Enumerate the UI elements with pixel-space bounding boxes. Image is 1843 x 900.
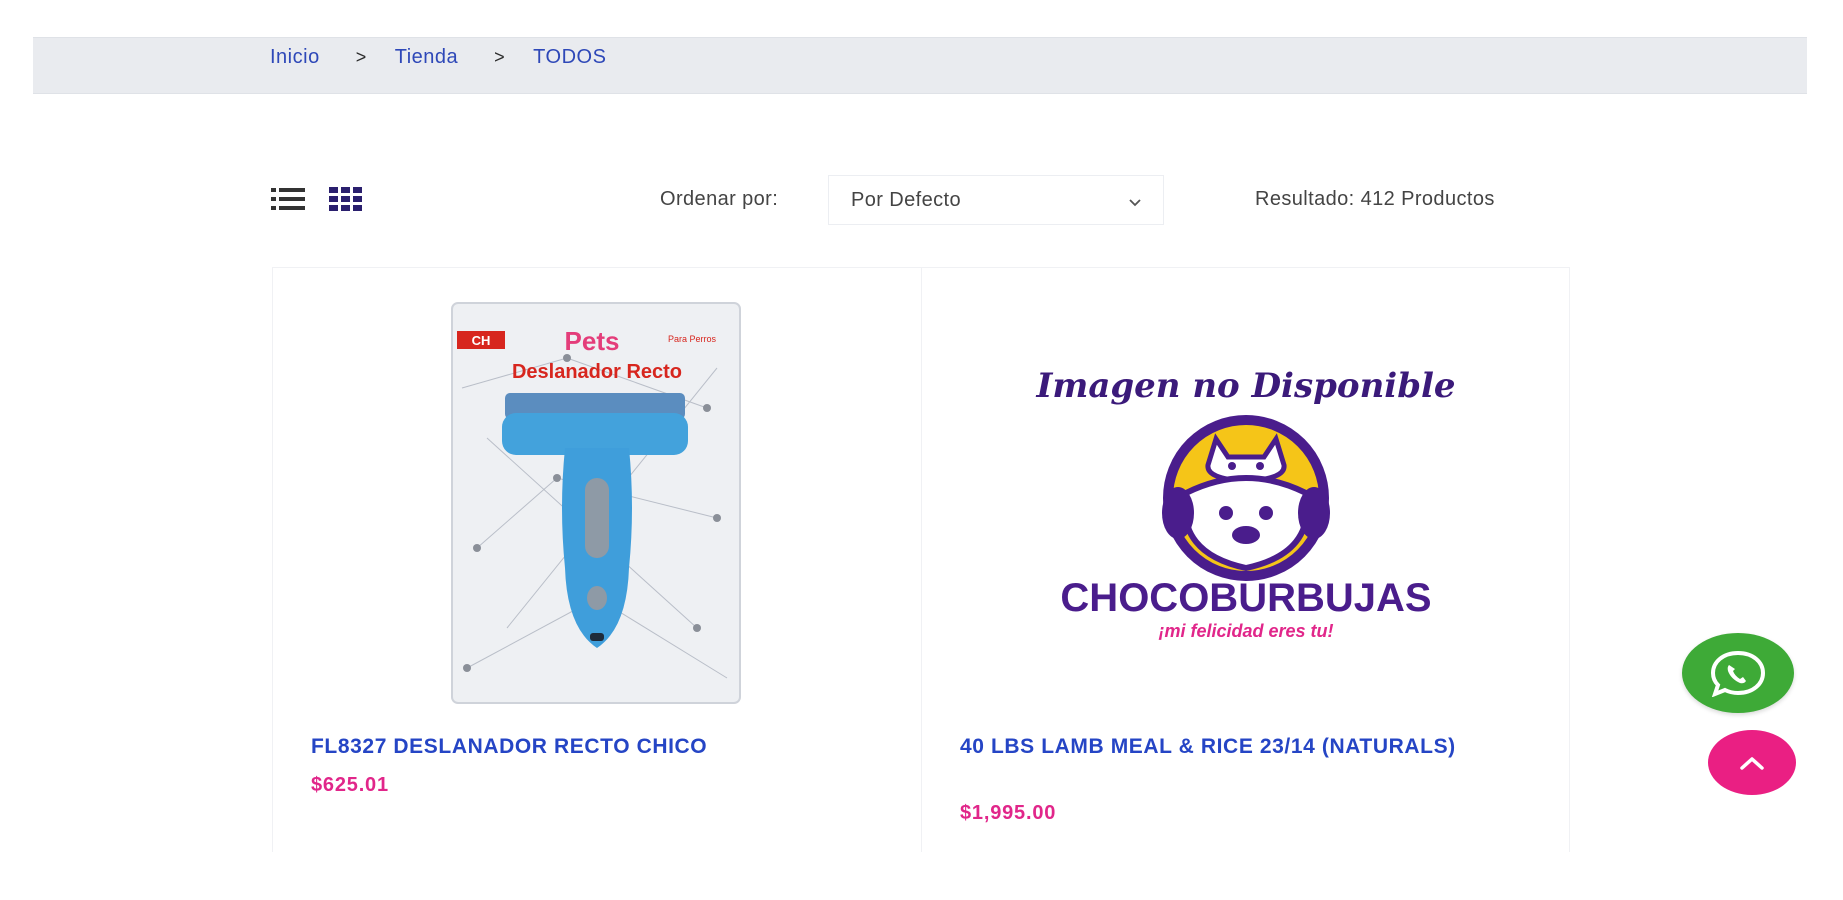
sort-selected-value: Por Defecto bbox=[851, 189, 962, 211]
placeholder-caption: Imagen no Disponible bbox=[1035, 366, 1455, 406]
placeholder-brand: CHOCOBURBUJAS bbox=[1060, 576, 1431, 620]
placeholder-image: Imagen no Disponible CHOCOBURBUJAS ¡mi f… bbox=[1035, 366, 1455, 641]
grid-view-icon[interactable] bbox=[328, 186, 364, 212]
product-title[interactable]: 40 LBS LAMB MEAL & RICE 23/14 (NATURALS) bbox=[960, 733, 1520, 761]
whatsapp-button[interactable] bbox=[1682, 633, 1794, 713]
scroll-top-button[interactable] bbox=[1708, 730, 1796, 795]
chevron-up-icon bbox=[1740, 756, 1764, 770]
breadcrumb-separator: > bbox=[494, 47, 506, 67]
product-card[interactable]: CH Pets Para Perros Deslanador Recto FL8… bbox=[273, 268, 921, 852]
product-title[interactable]: FL8327 DESLANADOR RECTO CHICO bbox=[311, 733, 871, 761]
result-count: Resultado: 412 Productos bbox=[1255, 188, 1495, 210]
page: Inicio > Tienda > TODOS Ordenar por: Por… bbox=[0, 0, 1843, 900]
package-brand: Pets bbox=[565, 326, 620, 356]
breadcrumb: Inicio > Tienda > TODOS bbox=[270, 46, 606, 69]
package-label: Deslanador Recto bbox=[512, 361, 682, 383]
sort-select[interactable]: Por Defecto bbox=[828, 175, 1164, 225]
breadcrumb-todos[interactable]: TODOS bbox=[533, 46, 606, 69]
product-price: $625.01 bbox=[311, 774, 389, 796]
product-image[interactable]: CH Pets Para Perros Deslanador Recto bbox=[273, 298, 921, 708]
product-price: $1,995.00 bbox=[960, 802, 1057, 824]
breadcrumb-inicio[interactable]: Inicio bbox=[270, 46, 320, 69]
sort-label: Ordenar por: bbox=[660, 188, 779, 210]
placeholder-tagline: ¡mi felicidad eres tu! bbox=[1158, 621, 1333, 641]
product-card[interactable]: Imagen no Disponible CHOCOBURBUJAS ¡mi f… bbox=[921, 268, 1569, 852]
product-grid: CH Pets Para Perros Deslanador Recto FL8… bbox=[272, 267, 1570, 852]
chevron-down-icon bbox=[1129, 194, 1141, 212]
breadcrumb-separator: > bbox=[355, 47, 367, 67]
package-corner-text: Para Perros bbox=[668, 334, 717, 344]
product-photo: CH Pets Para Perros Deslanador Recto bbox=[451, 302, 741, 704]
whatsapp-icon bbox=[1710, 650, 1766, 697]
breadcrumb-tienda[interactable]: Tienda bbox=[395, 46, 458, 69]
breadcrumb-bar: Inicio > Tienda > TODOS bbox=[33, 37, 1807, 94]
list-view-icon[interactable] bbox=[270, 186, 306, 212]
product-image[interactable]: Imagen no Disponible CHOCOBURBUJAS ¡mi f… bbox=[922, 298, 1569, 708]
package-badge: CH bbox=[472, 333, 491, 348]
